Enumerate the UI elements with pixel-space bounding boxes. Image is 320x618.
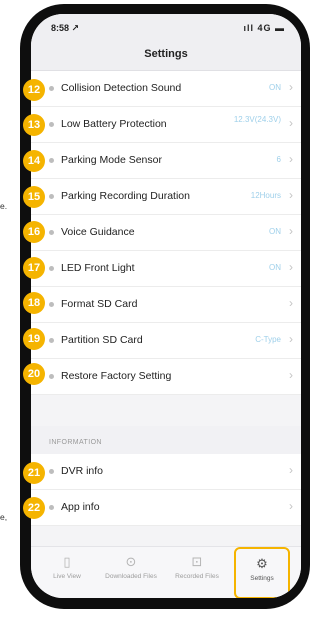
camera-icon: ▯ (63, 554, 71, 569)
information-list: DVR info › App info › (31, 454, 301, 526)
setting-label: Partition SD Card (61, 334, 143, 346)
chevron-right-icon: › (289, 463, 293, 477)
bullet-icon (49, 122, 54, 127)
status-time: 8:58 ↗ (51, 23, 80, 33)
setting-collision-detection-sound[interactable]: Collision Detection Sound ON › (31, 71, 301, 107)
setting-value: ON (269, 227, 281, 236)
settings-list: Collision Detection Sound ON › Low Batte… (31, 71, 301, 395)
setting-voice-guidance[interactable]: Voice Guidance ON › (31, 215, 301, 251)
callout-badge: 16 (23, 221, 45, 243)
setting-label: Parking Recording Duration (61, 190, 190, 202)
setting-low-battery-protection[interactable]: Low Battery Protection 12.3V(24.3V) › (31, 107, 301, 143)
tab-downloaded-files[interactable]: ⊙ Downloaded Files (103, 547, 159, 598)
tab-bar: ▯ Live View ⊙ Downloaded Files ⊡ Recorde… (31, 546, 301, 598)
tab-label: Recorded Files (175, 573, 219, 580)
download-icon: ⊙ (125, 554, 137, 569)
setting-parking-recording-duration[interactable]: Parking Recording Duration 12Hours › (31, 179, 301, 215)
bullet-icon (49, 338, 54, 343)
chevron-right-icon: › (289, 152, 293, 166)
chevron-right-icon: › (289, 80, 293, 94)
setting-format-sd-card[interactable]: Format SD Card › (31, 287, 301, 323)
info-app-info[interactable]: App info › (31, 490, 301, 526)
setting-parking-mode-sensor[interactable]: Parking Mode Sensor 6 › (31, 143, 301, 179)
chevron-right-icon: › (289, 116, 293, 130)
tab-recorded-files[interactable]: ⊡ Recorded Files (169, 547, 225, 598)
setting-label: Collision Detection Sound (61, 82, 182, 94)
setting-label: Format SD Card (61, 298, 138, 310)
tab-label: Live View (53, 573, 81, 580)
setting-label: Low Battery Protection (61, 118, 167, 130)
setting-partition-sd-card[interactable]: Partition SD Card C-Type › (31, 323, 301, 359)
callout-badge: 18 (23, 292, 45, 314)
chevron-right-icon: › (289, 224, 293, 238)
setting-value: 6 (276, 155, 281, 164)
page-title: Settings (144, 48, 188, 60)
tab-settings[interactable]: ⚙ Settings (234, 547, 290, 598)
tab-label: Settings (250, 575, 274, 582)
chevron-right-icon: › (289, 260, 293, 274)
chevron-right-icon: › (289, 332, 293, 346)
setting-label: Voice Guidance (61, 226, 135, 238)
callout-badge: 19 (23, 328, 45, 350)
gear-icon: ⚙ (256, 556, 268, 571)
setting-value: 12Hours (250, 191, 281, 200)
setting-restore-factory-setting[interactable]: Restore Factory Setting › (31, 359, 301, 395)
cut-off-text: e, (0, 512, 8, 522)
callout-badge: 12 (23, 79, 45, 101)
setting-label: LED Front Light (61, 262, 135, 274)
bullet-icon (49, 158, 54, 163)
bullet-icon (49, 194, 54, 199)
callout-badge: 20 (23, 363, 45, 385)
setting-label: Restore Factory Setting (61, 370, 172, 382)
tab-label: Downloaded Files (105, 573, 157, 580)
callout-badge: 17 (23, 257, 45, 279)
callout-badge: 15 (23, 186, 45, 208)
bullet-icon (49, 86, 54, 91)
callout-badge: 21 (23, 462, 45, 484)
callout-badge: 14 (23, 150, 45, 172)
setting-label: DVR info (61, 465, 104, 477)
setting-value: ON (269, 83, 281, 92)
nav-bar: Settings (31, 38, 301, 71)
section-header-information: INFORMATION (31, 426, 301, 454)
signal-battery-icon: ıll 4G ▬ (243, 23, 285, 33)
chevron-right-icon: › (289, 188, 293, 202)
chevron-right-icon: › (289, 296, 293, 310)
callout-badge: 13 (23, 114, 45, 136)
section-title: INFORMATION (49, 439, 102, 446)
setting-value: C-Type (255, 335, 281, 344)
callout-badge: 22 (23, 497, 45, 519)
bullet-icon (49, 230, 54, 235)
setting-led-front-light[interactable]: LED Front Light ON › (31, 251, 301, 287)
setting-value: ON (269, 263, 281, 272)
bullet-icon (49, 469, 54, 474)
recorded-icon: ⊡ (191, 554, 203, 569)
setting-label: App info (61, 501, 100, 513)
bullet-icon (49, 374, 54, 379)
phone-screen: 8:58 ↗ ıll 4G ▬ Settings Collision Detec… (31, 14, 301, 598)
status-bar: 8:58 ↗ ıll 4G ▬ (31, 14, 301, 38)
bullet-icon (49, 266, 54, 271)
setting-value: 12.3V(24.3V) (233, 115, 281, 124)
info-dvr-info[interactable]: DVR info › (31, 454, 301, 490)
tab-live-view[interactable]: ▯ Live View (39, 547, 95, 598)
cut-off-text: e. (0, 201, 8, 211)
bullet-icon (49, 302, 54, 307)
setting-label: Parking Mode Sensor (61, 154, 162, 166)
chevron-right-icon: › (289, 499, 293, 513)
bullet-icon (49, 505, 54, 510)
chevron-right-icon: › (289, 368, 293, 382)
